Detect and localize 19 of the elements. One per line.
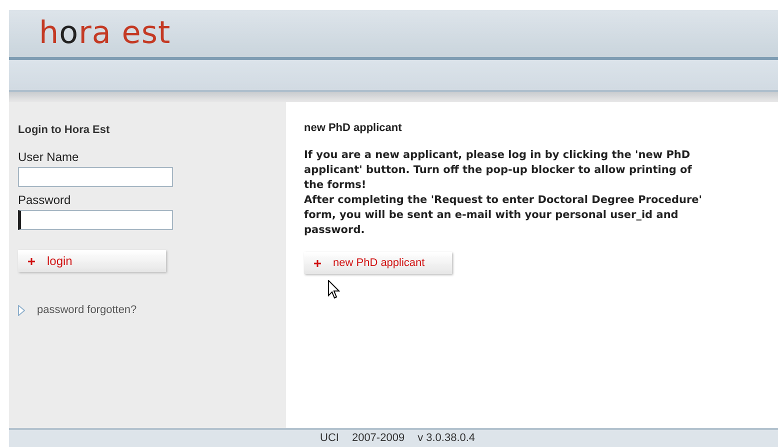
password-field[interactable] — [18, 210, 173, 230]
section-title: new PhD applicant — [304, 122, 402, 134]
cursor-icon — [328, 280, 340, 299]
login-button[interactable]: login — [18, 250, 166, 272]
footer-text: v 3.0.38.0.4 — [418, 432, 476, 445]
info-paragraph: If you are a new applicant, please log in by clicking the 'new PhD applicant' button. Turn off the pop-up blocker to allow printing of the forms! — [304, 148, 693, 193]
password-forgotten-link[interactable]: password forgotten? — [37, 304, 137, 316]
logo: hora est — [39, 18, 171, 49]
username-field[interactable] — [18, 167, 173, 187]
footer-text: UCI — [320, 432, 339, 445]
plus-icon — [314, 260, 321, 266]
triangle-icon — [18, 304, 25, 316]
field-label: Password — [18, 193, 72, 207]
footer-text: 2007-2009 — [352, 432, 405, 445]
new-applicant-button[interactable]: new PhD applicant — [304, 252, 452, 274]
plus-icon — [28, 258, 35, 264]
field-label: User Name — [18, 150, 80, 164]
panel-title: Login to Hora Est — [18, 124, 110, 136]
info-paragraph: After completing the 'Request to enter Doctoral Degree Procedure' form, you will be sent an e-mail with your personal user_id and password. — [304, 193, 704, 238]
